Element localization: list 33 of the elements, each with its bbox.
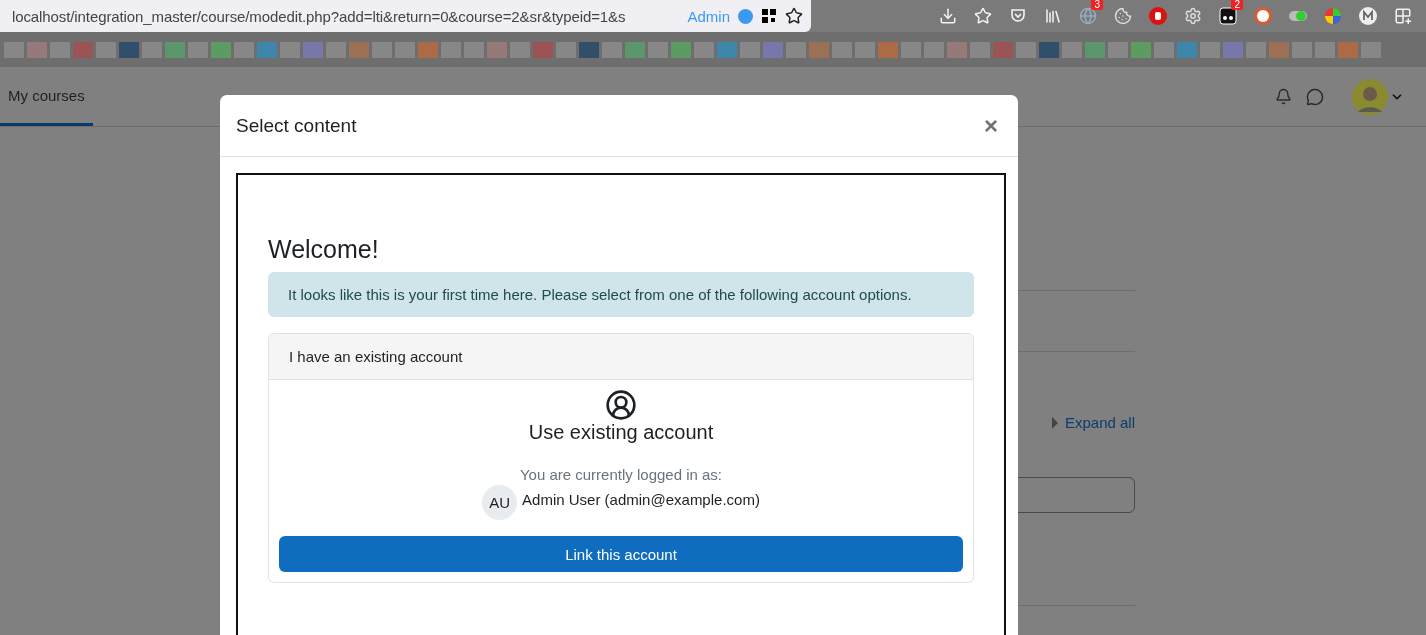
pocket-icon[interactable] <box>1009 7 1027 25</box>
logged-in-label: You are currently logged in as: <box>519 466 723 483</box>
caret-icon <box>1050 415 1059 430</box>
address-bar[interactable]: localhost/integration_master/course/modedit.php?add=lti&return=0&course=2&sr&typeid=1&s Admin <box>0 0 811 32</box>
link-account-button[interactable]: Link this account <box>279 536 963 572</box>
extensions-icon[interactable] <box>1394 7 1412 25</box>
expand-all-link[interactable]: Expand all <box>1064 414 1135 431</box>
bookmark-star-icon[interactable] <box>785 7 803 25</box>
nav-tab[interactable]: My courses <box>0 67 93 126</box>
bell-icon[interactable] <box>1275 88 1292 105</box>
user-name: Admin User (admin@example.com) <box>522 491 760 508</box>
info-alert: It looks like this is your first time here. Please select from one of the following account options. <box>268 272 974 317</box>
user-circle-icon <box>605 389 637 421</box>
color-wheel-icon[interactable] <box>1324 7 1342 25</box>
card-title: Use existing account <box>528 421 714 444</box>
url-text: localhost/integration_master/course/modedit.php?add=lti&return=0&course=2&sr&typeid=1&s <box>12 7 627 25</box>
close-button[interactable]: × <box>980 111 1002 140</box>
notification-badge: 2 <box>1231 0 1243 10</box>
cookie-icon[interactable] <box>1114 7 1132 25</box>
stop-hand-icon[interactable] <box>1149 7 1167 25</box>
account-label[interactable]: Admin <box>687 7 730 25</box>
qr-icon[interactable] <box>761 8 777 24</box>
download-icon[interactable] <box>939 7 957 25</box>
welcome-heading: Welcome! <box>268 235 380 264</box>
library-icon[interactable] <box>1044 7 1062 25</box>
gear-icon[interactable] <box>1184 7 1202 25</box>
m-circle-icon[interactable] <box>1359 7 1377 25</box>
card-header: I have an existing account <box>269 334 973 380</box>
star-icon[interactable] <box>974 7 992 25</box>
chat-icon[interactable] <box>1306 87 1324 106</box>
modal-title: Select content <box>236 114 357 137</box>
user-initials-avatar: AU <box>482 485 518 520</box>
notification-badge: 3 <box>1091 0 1103 10</box>
